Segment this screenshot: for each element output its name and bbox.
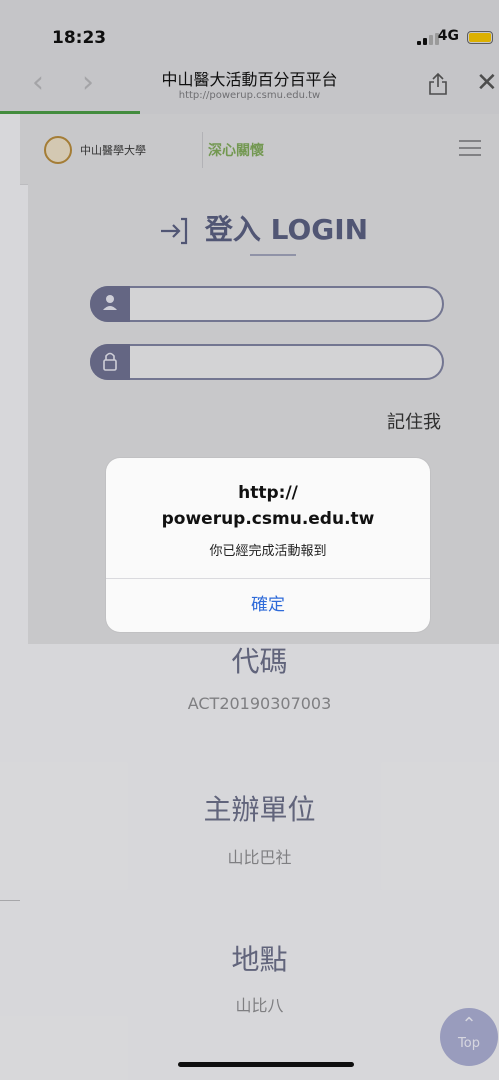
alert-confirm-button[interactable]: 確定 xyxy=(106,579,430,632)
alert-dialog: http:// powerup.csmu.edu.tw 你已經完成活動報到 確定 xyxy=(106,458,430,632)
alert-title: http:// powerup.csmu.edu.tw xyxy=(106,480,430,532)
alert-message: 你已經完成活動報到 xyxy=(209,544,327,559)
alert-title-line2: powerup.csmu.edu.tw xyxy=(161,509,375,529)
alert-title-line1: http:// xyxy=(238,483,298,503)
phone-screen: 18:23 4G ‹ › 中山醫大活動百分百平台 http://powerup.… xyxy=(0,0,499,1080)
